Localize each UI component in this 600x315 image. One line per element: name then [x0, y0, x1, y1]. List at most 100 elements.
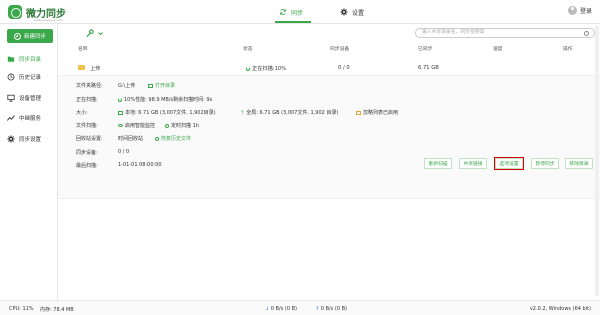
new-sync-label: 新建同步	[23, 34, 46, 40]
ignore-list-text: 忽略列表已启用	[363, 110, 399, 116]
timed-scan-text: 定时扫描 1h	[171, 123, 199, 129]
sidebar: 新建同步 同步目录 历史记录 设备管理 中继服务 同步设置	[0, 24, 58, 300]
chevron-down-icon[interactable]	[98, 31, 103, 36]
path-label: 文件夹路径:	[76, 83, 103, 89]
scrollbar[interactable]	[595, 26, 599, 296]
plus-icon	[13, 32, 21, 40]
table-header: 名称 状态 同步设备 已同步 速度 操作	[58, 43, 600, 53]
sidebar-item-sync-folders[interactable]: 同步目录	[0, 51, 58, 67]
pause-sync-button[interactable]: 暂停同步	[531, 158, 559, 169]
row-status-text: 正在扫描:10%	[252, 66, 287, 72]
download-arrow-icon: ↓	[265, 306, 270, 312]
list-icon	[356, 110, 361, 115]
folder-icon	[78, 65, 85, 70]
logo-subtext: www.verysync.com	[34, 18, 63, 22]
column-header-devices: 同步设备	[330, 47, 350, 52]
sidebar-item-history[interactable]: 历史记录	[0, 69, 58, 85]
tools-icon[interactable]	[85, 29, 94, 38]
last-scan-value: 1-01-01 08:00:00	[118, 162, 162, 168]
column-header-actions: 操作	[563, 47, 573, 52]
sidebar-item-sync-settings[interactable]: 同步设置	[0, 131, 58, 147]
share-link-button[interactable]: 共享链接	[459, 158, 487, 169]
eye-icon	[118, 124, 123, 127]
column-header-speed: 速度	[493, 47, 503, 52]
tab-settings[interactable]: 设置	[340, 6, 364, 18]
upload-speed-text: 0 B/s (0 B)	[320, 306, 347, 312]
tab-settings-label: 设置	[352, 9, 365, 17]
open-folder-label: 打开目录	[155, 83, 176, 89]
path-value: G:\上传	[118, 83, 136, 89]
sync-devices-label: 同步设备:	[76, 150, 98, 156]
search-icon[interactable]	[584, 31, 589, 36]
login-label: 登录	[579, 8, 592, 15]
version-info: v2.0.2, Windows (64 bit)	[529, 306, 591, 312]
app-logo: 微力同步 www.verysync.com	[8, 4, 88, 22]
folder-detail-panel: 文件夹路径: G:\上传 打开目录 正在扫描: 10%性能: 98.9 MB/s…	[58, 75, 600, 199]
scanning-label: 正在扫描:	[76, 97, 98, 103]
row-devices: 0 / 0	[338, 65, 350, 71]
history-files-link[interactable]: 恢复历史文件	[155, 135, 191, 142]
clock-icon	[165, 123, 169, 128]
smart-monitor-text: 启用智能监控	[125, 123, 156, 129]
scanning-text: 10%性能: 98.9 MB/s剩余扫描时间: 9s	[124, 97, 213, 103]
open-folder-link[interactable]: 打开目录	[148, 82, 175, 89]
scanning-value: 10%性能: 98.9 MB/s剩余扫描时间: 9s	[118, 96, 212, 103]
loading-icon	[118, 97, 122, 102]
tab-sync[interactable]: 同步	[279, 6, 303, 18]
status-bar: CPU: 11% 内存: 78.4 MB ↓ 0 B/s (0 B) ↑ 0 B…	[0, 300, 600, 315]
column-header-synced: 已同步	[418, 47, 433, 52]
ignore-list-status: 忽略列表已启用	[356, 109, 398, 116]
global-size-text: 全局: 6.71 GB (3,007文件, 1,902 目录)	[246, 110, 339, 116]
memory-usage: 内存: 78.4 MB	[40, 307, 74, 313]
active-tab-indicator	[275, 21, 311, 23]
options-settings-button[interactable]: 选项设置	[494, 157, 524, 170]
last-scan-label: 最后扫描:	[76, 163, 98, 169]
user-icon	[567, 6, 577, 15]
local-size-text: 本地: 6.71 GB (3,007文件, 1,902目录)	[125, 110, 216, 116]
top-bar: 微力同步 www.verysync.com 同步 设置 登录	[0, 0, 600, 24]
folder-name: 上传	[90, 66, 101, 72]
column-header-status: 状态	[243, 47, 253, 52]
upload-arrow-icon: ↑	[240, 110, 245, 116]
recycle-value: 时间回收站	[118, 136, 144, 142]
login-button[interactable]: 登录	[567, 6, 592, 15]
table-row[interactable]: 上传 正在扫描:10% 0 / 0 6.71 GB	[58, 61, 600, 75]
trend-icon	[7, 115, 15, 121]
disk-icon	[118, 110, 123, 115]
logo-icon	[8, 5, 22, 19]
history-icon	[7, 73, 15, 81]
loading-icon	[246, 66, 250, 71]
search-placeholder: 输入共享目录名，同步密钥等	[422, 30, 485, 35]
size-label: 大小:	[76, 110, 88, 116]
sidebar-item-devices[interactable]: 设备管理	[0, 90, 58, 106]
history-files-label: 恢复历史文件	[161, 136, 192, 142]
local-size: 本地: 6.71 GB (3,007文件, 1,902目录)	[118, 109, 216, 116]
recycle-label: 回收站设置:	[76, 136, 103, 142]
tab-sync-label: 同步	[291, 9, 304, 17]
rescan-button[interactable]: 重新扫描	[424, 158, 452, 169]
new-sync-button[interactable]: 新建同步	[7, 29, 53, 43]
main-content: 输入共享目录名，同步密钥等 名称 状态 同步设备 已同步 速度 操作 上传 正在…	[58, 24, 600, 300]
folder-icon	[7, 56, 15, 62]
sync-devices-value: 0 / 0	[118, 149, 130, 155]
sidebar-item-label: 设备管理	[19, 96, 42, 102]
monitor-icon	[7, 94, 15, 102]
global-size: ↑ 全局: 6.71 GB (3,007文件, 1,902 目录)	[240, 109, 338, 116]
sidebar-item-relay[interactable]: 中继服务	[0, 110, 58, 126]
search-input[interactable]: 输入共享目录名，同步密钥等	[415, 28, 595, 38]
sidebar-item-label: 同步设置	[19, 137, 42, 143]
restore-icon	[155, 136, 159, 141]
column-header-name: 名称	[78, 47, 88, 52]
sidebar-item-label: 同步目录	[19, 57, 42, 63]
upload-speed: ↑ 0 B/s (0 B)	[315, 306, 347, 312]
sidebar-item-label: 中继服务	[19, 116, 42, 122]
row-synced: 6.71 GB	[418, 65, 439, 71]
timed-scan-status: 定时扫描 1h	[165, 122, 199, 129]
download-speed-text: 0 B/s (0 B)	[270, 306, 297, 312]
sidebar-item-label: 历史记录	[19, 75, 42, 81]
row-status: 正在扫描:10%	[246, 65, 286, 72]
remove-folder-button[interactable]: 移除目录	[565, 158, 593, 169]
file-scan-label: 文件扫描:	[76, 123, 98, 129]
download-speed: ↓ 0 B/s (0 B)	[265, 306, 297, 312]
refresh-icon	[280, 9, 286, 15]
